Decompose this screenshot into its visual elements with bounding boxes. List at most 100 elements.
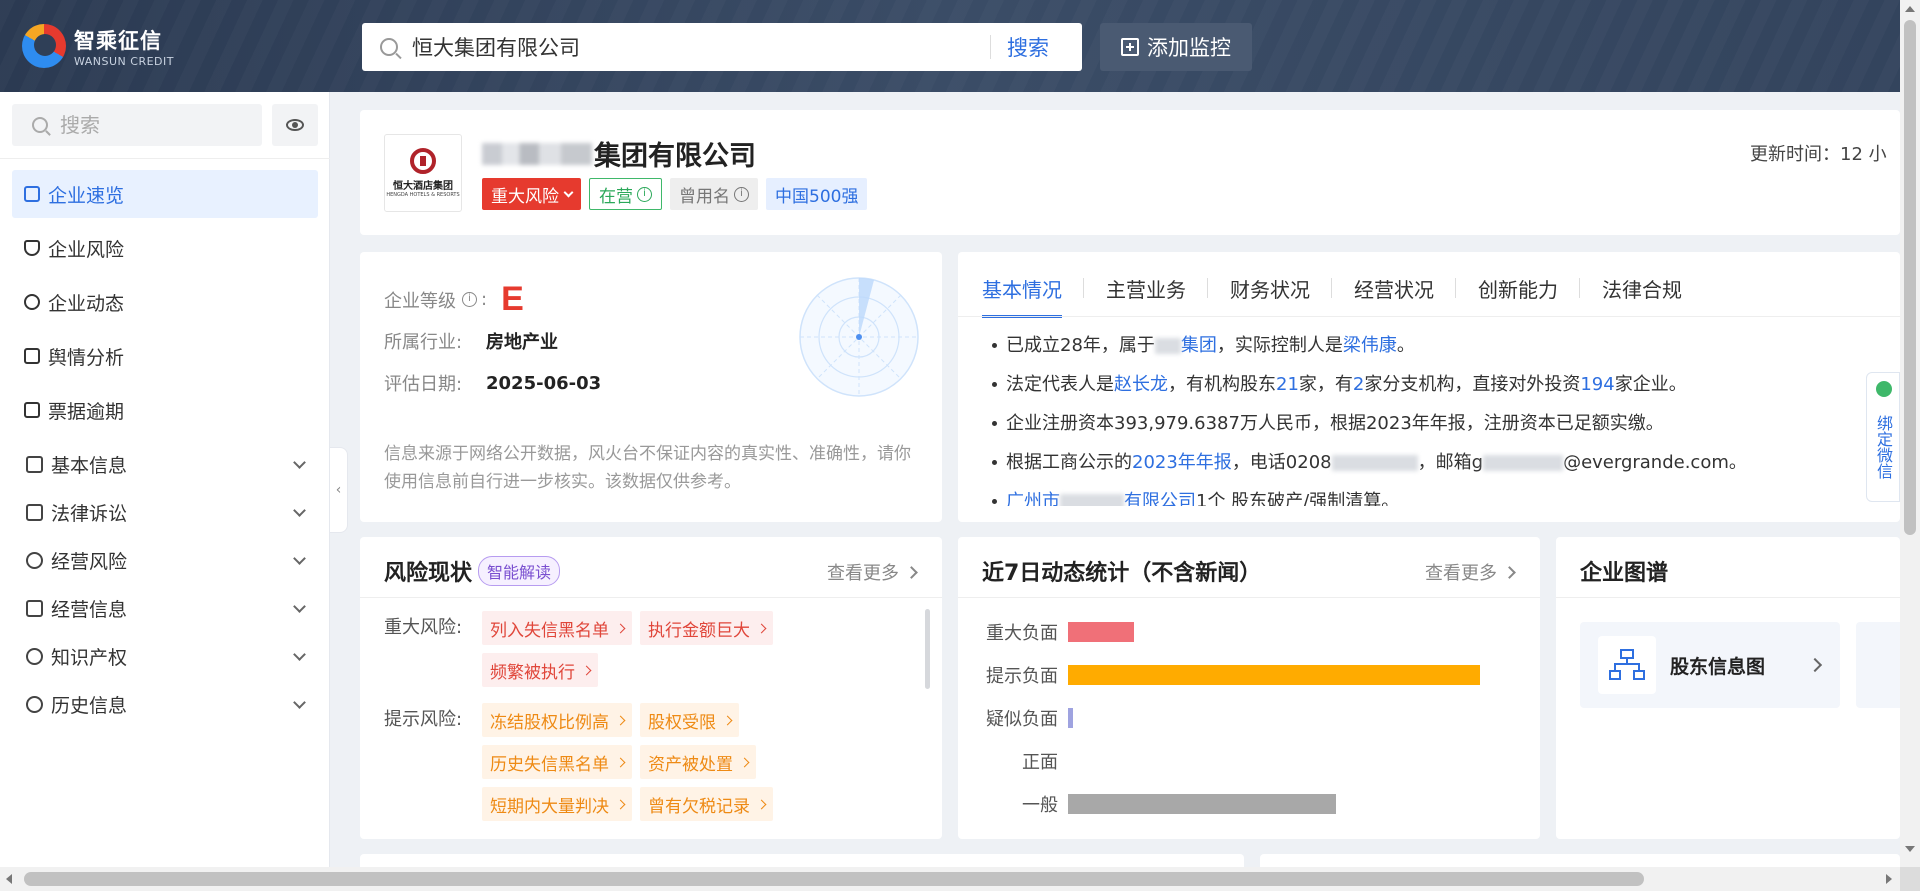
controller-link[interactable]: 梁伟康 <box>1343 335 1397 356</box>
bar-label: 疑似负面 <box>986 709 1058 730</box>
tab-innovation[interactable]: 创新能力 <box>1456 266 1580 310</box>
vertical-scrollbar[interactable] <box>1900 0 1920 891</box>
related-company-link[interactable]: 广州市 <box>1006 491 1060 506</box>
info-icon[interactable]: i <box>462 292 477 307</box>
company-header-card: 恒大酒店集团 HENGDA HOTELS & RESORTS 集团有限公司 重大… <box>360 110 1900 235</box>
bind-wechat-button[interactable]: 绑定微信 <box>1866 372 1900 502</box>
add-monitor-button[interactable]: 添加监控 <box>1100 23 1252 71</box>
tab-operation[interactable]: 经营状况 <box>1332 266 1456 310</box>
bar[interactable] <box>1068 622 1134 642</box>
chevron-right-icon <box>581 665 592 675</box>
bar[interactable] <box>1068 794 1336 814</box>
visibility-toggle-button[interactable] <box>272 104 318 146</box>
chevron-down-icon <box>293 552 306 565</box>
risk-card-title: 风险现状 智能解读 <box>384 555 561 587</box>
vertical-scroll-thumb[interactable] <box>1904 20 1916 535</box>
search-button[interactable]: 搜索 <box>1007 32 1049 62</box>
chevron-right-icon <box>615 715 626 725</box>
chevron-right-icon <box>615 799 626 809</box>
tab-basic[interactable]: 基本情况 <box>982 266 1084 318</box>
bar[interactable] <box>1068 708 1073 728</box>
law-icon <box>26 503 43 521</box>
sidebar-search <box>12 104 262 146</box>
legal-rep-link[interactable]: 赵长龙 <box>1114 374 1168 395</box>
risk-chip[interactable]: 资产被处置 <box>640 745 756 779</box>
list-item: 根据工商公示的2023年年报，电话0208 ，邮箱g @evergrande.com… <box>992 443 1892 482</box>
chevron-right-icon <box>756 623 767 633</box>
sidebar-item-dynamics[interactable]: 企业动态 <box>12 278 318 326</box>
assessment-date-row: 评估日期: 2025-06-03 <box>384 372 602 396</box>
risk-chip[interactable]: 短期内大量判决 <box>482 787 632 821</box>
sidebar-item-overview[interactable]: 企业速览 <box>12 170 318 218</box>
sidebar-group-operating-risk[interactable]: 经营风险 <box>12 536 318 584</box>
brand-logo[interactable]: 智乘征信 WANSUN CREDIT <box>22 24 174 68</box>
grade-row: 企业等级 i : E <box>384 280 524 318</box>
info-icon[interactable]: i <box>637 186 652 202</box>
hierarchy-icon <box>1609 649 1645 680</box>
scroll-down-icon[interactable] <box>1905 846 1915 852</box>
shareholder-graph-item[interactable]: 股东信息图 <box>1580 622 1840 708</box>
company-emblem-icon <box>410 148 436 174</box>
risk-list-scrollbar[interactable] <box>925 609 930 689</box>
weekly-stats-card: 近7日动态统计（不含新闻） 查看更多 重大负面 提示负面 疑似负面 正面 一般 <box>958 537 1540 839</box>
horizontal-scrollbar[interactable] <box>0 867 1900 891</box>
sidebar-item-risk[interactable]: 企业风险 <box>12 224 318 272</box>
chevron-down-icon <box>293 456 306 469</box>
chevron-right-icon <box>1503 565 1516 579</box>
horizontal-scroll-thumb[interactable] <box>24 872 1644 886</box>
sidebar-nav: 企业速览 企业风险 企业动态 舆情分析 票据逾期 基本信息 法律诉讼 经营风险 … <box>12 170 318 728</box>
major-risk-tag[interactable]: 重大风险 <box>482 178 581 210</box>
copyright-icon <box>26 647 43 665</box>
basic-info-bullets: 已成立28年，属于 集团，实际控制人是梁伟康。 法定代表人是赵长龙，有机构股东21… <box>992 326 1892 506</box>
tab-compliance[interactable]: 法律合规 <box>1580 266 1704 310</box>
risk-chip[interactable]: 股权受限 <box>640 703 739 737</box>
tab-business[interactable]: 主营业务 <box>1084 266 1208 310</box>
stats-view-more-link[interactable]: 查看更多 <box>1425 559 1516 585</box>
grade-label: 企业等级 <box>384 290 456 312</box>
info-tabs: 基本情况 主营业务 财务状况 经营状况 创新能力 法律合规 <box>982 266 1704 318</box>
graph-item[interactable] <box>1856 622 1900 708</box>
scroll-right-icon[interactable] <box>1886 874 1892 884</box>
risk-chip[interactable]: 频繁被执行 <box>482 653 598 687</box>
redacted-text <box>482 142 592 165</box>
risk-chip[interactable]: 列入失信黑名单 <box>482 611 632 645</box>
sidebar-collapse-button[interactable]: ‹ <box>330 447 348 533</box>
shareholder-count-link[interactable]: 21 <box>1276 374 1299 395</box>
ai-interpret-badge[interactable]: 智能解读 <box>478 556 561 586</box>
chevron-right-icon <box>615 757 626 767</box>
investment-count-link[interactable]: 194 <box>1580 374 1614 395</box>
bar[interactable] <box>1068 665 1480 685</box>
sidebar-item-bill-overdue[interactable]: 票据逾期 <box>12 386 318 434</box>
risk-chip[interactable]: 历史失信黑名单 <box>482 745 632 779</box>
list-item: 已成立28年，属于 集团，实际控制人是梁伟康。 <box>992 326 1892 365</box>
company-logo: 恒大酒店集团 HENGDA HOTELS & RESORTS <box>384 134 462 212</box>
list-item: 企业注册资本393,979.6387万人民币，根据2023年年报，注册资本已足额… <box>992 404 1892 443</box>
scroll-up-icon[interactable] <box>1905 6 1915 12</box>
scroll-left-icon[interactable] <box>6 874 12 884</box>
chevron-down-icon <box>293 504 306 517</box>
shield-icon <box>24 240 40 256</box>
major-risk-row: 重大风险: 列入失信黑名单 执行金额巨大 频繁被执行 <box>384 611 862 687</box>
group-link[interactable]: 集团 <box>1181 335 1217 356</box>
risk-chip[interactable]: 冻结股权比例高 <box>482 703 632 737</box>
risk-view-more-link[interactable]: 查看更多 <box>827 559 918 585</box>
info-doc-icon <box>26 455 43 473</box>
lightning-icon <box>26 551 43 569</box>
sidebar-group-basic-info[interactable]: 基本信息 <box>12 440 318 488</box>
sidebar-group-ip[interactable]: 知识产权 <box>12 632 318 680</box>
sidebar-search-input[interactable] <box>60 113 240 137</box>
risk-chip[interactable]: 执行金额巨大 <box>640 611 773 645</box>
tab-finance[interactable]: 财务状况 <box>1208 266 1332 310</box>
annual-report-link[interactable]: 2023年年报 <box>1132 452 1232 473</box>
sidebar-group-litigation[interactable]: 法律诉讼 <box>12 488 318 536</box>
former-name-tag[interactable]: 曾用名 i <box>670 178 758 210</box>
check-icon <box>1876 381 1892 397</box>
branch-count-link[interactable]: 2 <box>1353 374 1364 395</box>
industry-row: 所属行业: 房地产业 <box>384 328 558 354</box>
risk-chip[interactable]: 曾有欠税记录 <box>640 787 773 821</box>
company-search-input[interactable] <box>412 35 972 59</box>
sidebar-group-history[interactable]: 历史信息 <box>12 680 318 728</box>
sidebar-group-operating-info[interactable]: 经营信息 <box>12 584 318 632</box>
brand-logo-icon <box>22 24 66 68</box>
sidebar-item-sentiment[interactable]: 舆情分析 <box>12 332 318 380</box>
